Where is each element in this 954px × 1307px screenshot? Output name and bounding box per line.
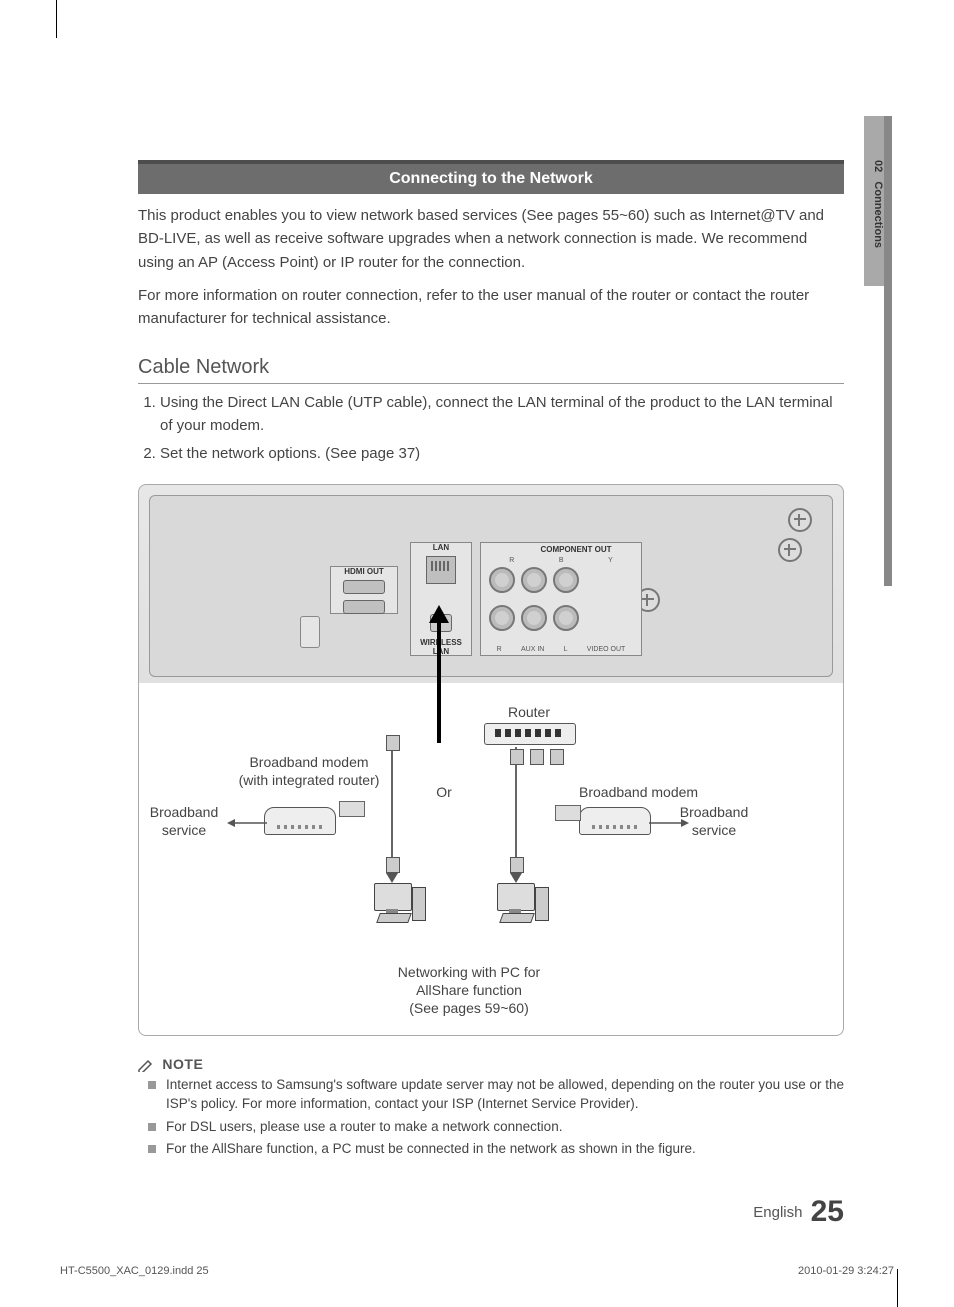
footer-page-number: 25 [811, 1195, 844, 1228]
lan-label: LAN [411, 543, 471, 552]
screw-icon [788, 508, 812, 532]
pc-icon [374, 883, 420, 923]
aux-in-label: AUX IN [521, 646, 544, 653]
rj45-plug-icon [386, 735, 400, 751]
hdmi-out-label: HDMI OUT [331, 567, 397, 576]
arrow-right-icon [649, 817, 689, 829]
broadband-modem-label: Broadband modem [579, 783, 719, 801]
note-pencil-icon [138, 1058, 154, 1072]
note-list: Internet access to Samsung's software up… [138, 1076, 844, 1160]
cable-line [437, 623, 441, 743]
note-item: For the AllShare function, a PC must be … [166, 1140, 844, 1159]
intro-paragraph-1: This product enables you to view network… [138, 204, 844, 274]
pc-networking-label: Networking with PC for AllShare function… [359, 963, 579, 1018]
subheading-cable-network: Cable Network [138, 356, 844, 384]
rca-jack-icon [521, 605, 547, 631]
arrow-down-icon [386, 873, 398, 883]
banner-title: Connecting to the Network [389, 170, 593, 187]
page-footer: English 25 [753, 1195, 844, 1229]
video-out-label: VIDEO OUT [587, 646, 626, 653]
note-heading-text: NOTE [162, 1056, 203, 1072]
connector-icon [339, 801, 365, 817]
jack-r-label: R [509, 557, 514, 564]
pc-icon [497, 883, 543, 923]
rca-jack-icon [521, 567, 547, 593]
print-file: HT-C5500_XAC_0129.indd 25 [60, 1265, 209, 1277]
modem-router-icon [264, 807, 336, 835]
note-block: NOTE Internet access to Samsung's softwa… [138, 1056, 844, 1160]
router-icon [484, 723, 576, 745]
intro-text: This product enables you to view network… [138, 204, 844, 330]
intro-paragraph-2: For more information on router connectio… [138, 284, 844, 331]
rj45-plug-icon [386, 857, 400, 873]
rca-jack-icon [553, 605, 579, 631]
connector-icon [555, 805, 581, 821]
steps-list: Using the Direct LAN Cable (UTP cable), … [138, 392, 844, 466]
print-datetime: 2010-01-29 3:24:27 [798, 1265, 894, 1277]
cable-line [515, 747, 517, 873]
wireless-lan-label: WIRELESS LAN [411, 638, 471, 656]
router-label: Router [489, 703, 569, 721]
side-tab-shadow [884, 116, 892, 586]
connection-diagram: HDMI OUT LAN WIRELESS LAN COMPONENT OUT … [138, 484, 844, 1036]
jack-y-label: Y [608, 557, 613, 564]
cable-line [391, 743, 393, 873]
page-content: Connecting to the Network This product e… [138, 160, 844, 1163]
note-item: Internet access to Samsung's software up… [166, 1076, 844, 1114]
step-2: Set the network options. (See page 37) [160, 443, 844, 466]
optical-port [300, 616, 320, 648]
rj45-plug-icon [550, 749, 564, 765]
component-out-block: COMPONENT OUT R B Y R [480, 542, 642, 656]
step-1: Using the Direct LAN Cable (UTP cable), … [160, 392, 844, 437]
rj45-plug-icon [530, 749, 544, 765]
rj45-plug-icon [510, 749, 524, 765]
hdmi-slot-icon [343, 580, 385, 594]
note-item: For DSL users, please use a router to ma… [166, 1118, 844, 1137]
broadband-service-left-label: Broadband service [139, 803, 229, 839]
lan-port-block: LAN WIRELESS LAN [410, 542, 472, 656]
or-label: Or [429, 783, 459, 801]
rca-jack-icon [489, 605, 515, 631]
jack-b-label: B [559, 557, 564, 564]
print-footer: HT-C5500_XAC_0129.indd 25 2010-01-29 3:2… [60, 1265, 894, 1277]
rj45-plug-icon [510, 857, 524, 873]
chapter-number: 02 [872, 160, 884, 172]
modem-icon [579, 807, 651, 835]
note-heading: NOTE [138, 1056, 844, 1072]
arrow-up-icon [429, 605, 449, 623]
chapter-side-tab: 02 Connections [864, 116, 884, 286]
lan-jack-icon [426, 556, 456, 584]
hdmi-out-port: HDMI OUT [330, 566, 398, 614]
jack-r2-label: R [497, 646, 502, 653]
chapter-name: Connections [872, 181, 884, 248]
footer-language: English [753, 1204, 802, 1221]
hdmi-slot-icon [343, 600, 385, 614]
arrow-down-icon [510, 873, 522, 883]
rca-jack-icon [489, 567, 515, 593]
screw-icon [778, 538, 802, 562]
jack-l-label: L [564, 646, 568, 653]
section-banner: Connecting to the Network [138, 160, 844, 194]
component-out-label: COMPONENT OUT [521, 545, 631, 554]
modem-router-label: Broadband modem (with integrated router) [219, 753, 399, 789]
rca-jack-icon [553, 567, 579, 593]
device-rear-panel: HDMI OUT LAN WIRELESS LAN COMPONENT OUT … [149, 495, 833, 677]
arrow-left-icon [227, 817, 267, 829]
